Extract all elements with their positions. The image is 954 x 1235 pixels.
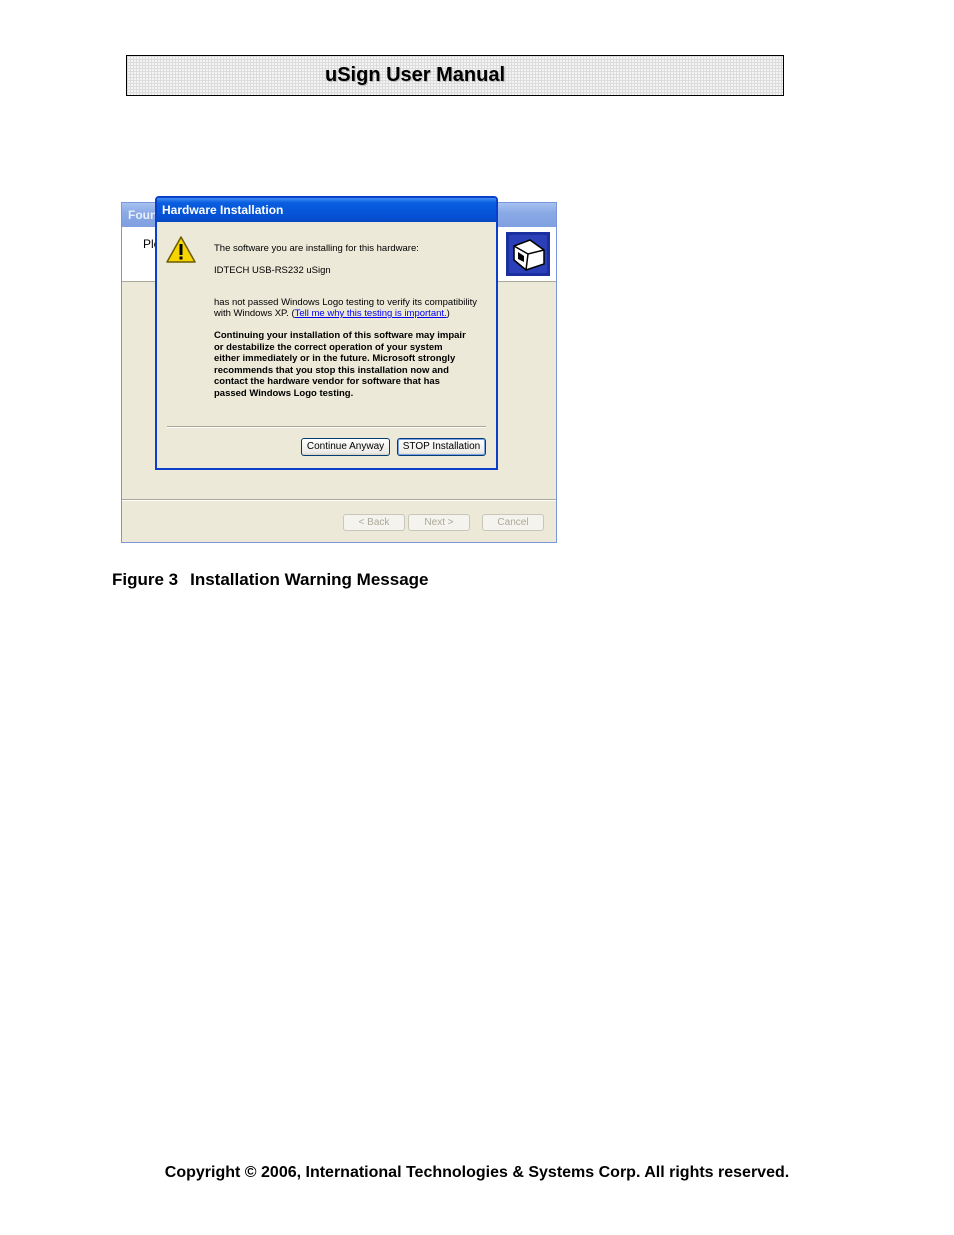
software-intro-text: The software you are installing for this… xyxy=(214,243,419,254)
stop-installation-button[interactable]: STOP Installation xyxy=(397,438,486,456)
hardware-wizard-icon xyxy=(506,232,550,276)
warning-text-line: either immediately or in the future. Mic… xyxy=(214,353,456,364)
dialog-titlebar: Hardware Installation xyxy=(157,198,496,222)
hardware-installation-dialog: Hardware Installation The software you a… xyxy=(155,196,498,470)
logo-testing-prefix: with Windows XP. ( xyxy=(214,308,295,319)
logo-testing-text-line1: has not passed Windows Logo testing to v… xyxy=(214,297,477,308)
tell-me-why-link[interactable]: Tell me why this testing is important. xyxy=(295,308,447,319)
continue-anyway-button[interactable]: Continue Anyway xyxy=(301,438,390,456)
warning-text-line: contact the hardware vendor for software… xyxy=(214,376,440,387)
warning-text-line: or destabilize the correct operation of … xyxy=(214,341,443,353)
document-header: uSign User Manual xyxy=(126,55,784,96)
document-title: uSign User Manual xyxy=(324,64,506,86)
figure-label: Figure 3 xyxy=(112,570,179,589)
device-name: IDTECH USB-RS232 uSign xyxy=(214,265,331,276)
cancel-button[interactable]: Cancel xyxy=(482,514,544,531)
back-button[interactable]: < Back xyxy=(343,514,405,531)
figure-title: Installation Warning Message xyxy=(190,570,429,589)
figure-caption: Figure 3 Installation Warning Message xyxy=(112,570,428,590)
logo-testing-suffix: ) xyxy=(446,308,450,319)
warning-icon xyxy=(166,236,196,263)
warning-text-line: Continuing your installation of this sof… xyxy=(214,330,466,341)
warning-text-line: recommends that you stop this installati… xyxy=(214,364,449,376)
dialog-separator xyxy=(167,426,486,428)
next-button[interactable]: Next > xyxy=(408,514,470,531)
logo-testing-text-line2: with Windows XP. (Tell me why this testi… xyxy=(214,308,450,320)
warning-text-line: passed Windows Logo testing. xyxy=(214,387,354,399)
wizard-separator xyxy=(122,499,556,501)
copyright-footer: Copyright © 2006, International Technolo… xyxy=(164,1164,790,1181)
